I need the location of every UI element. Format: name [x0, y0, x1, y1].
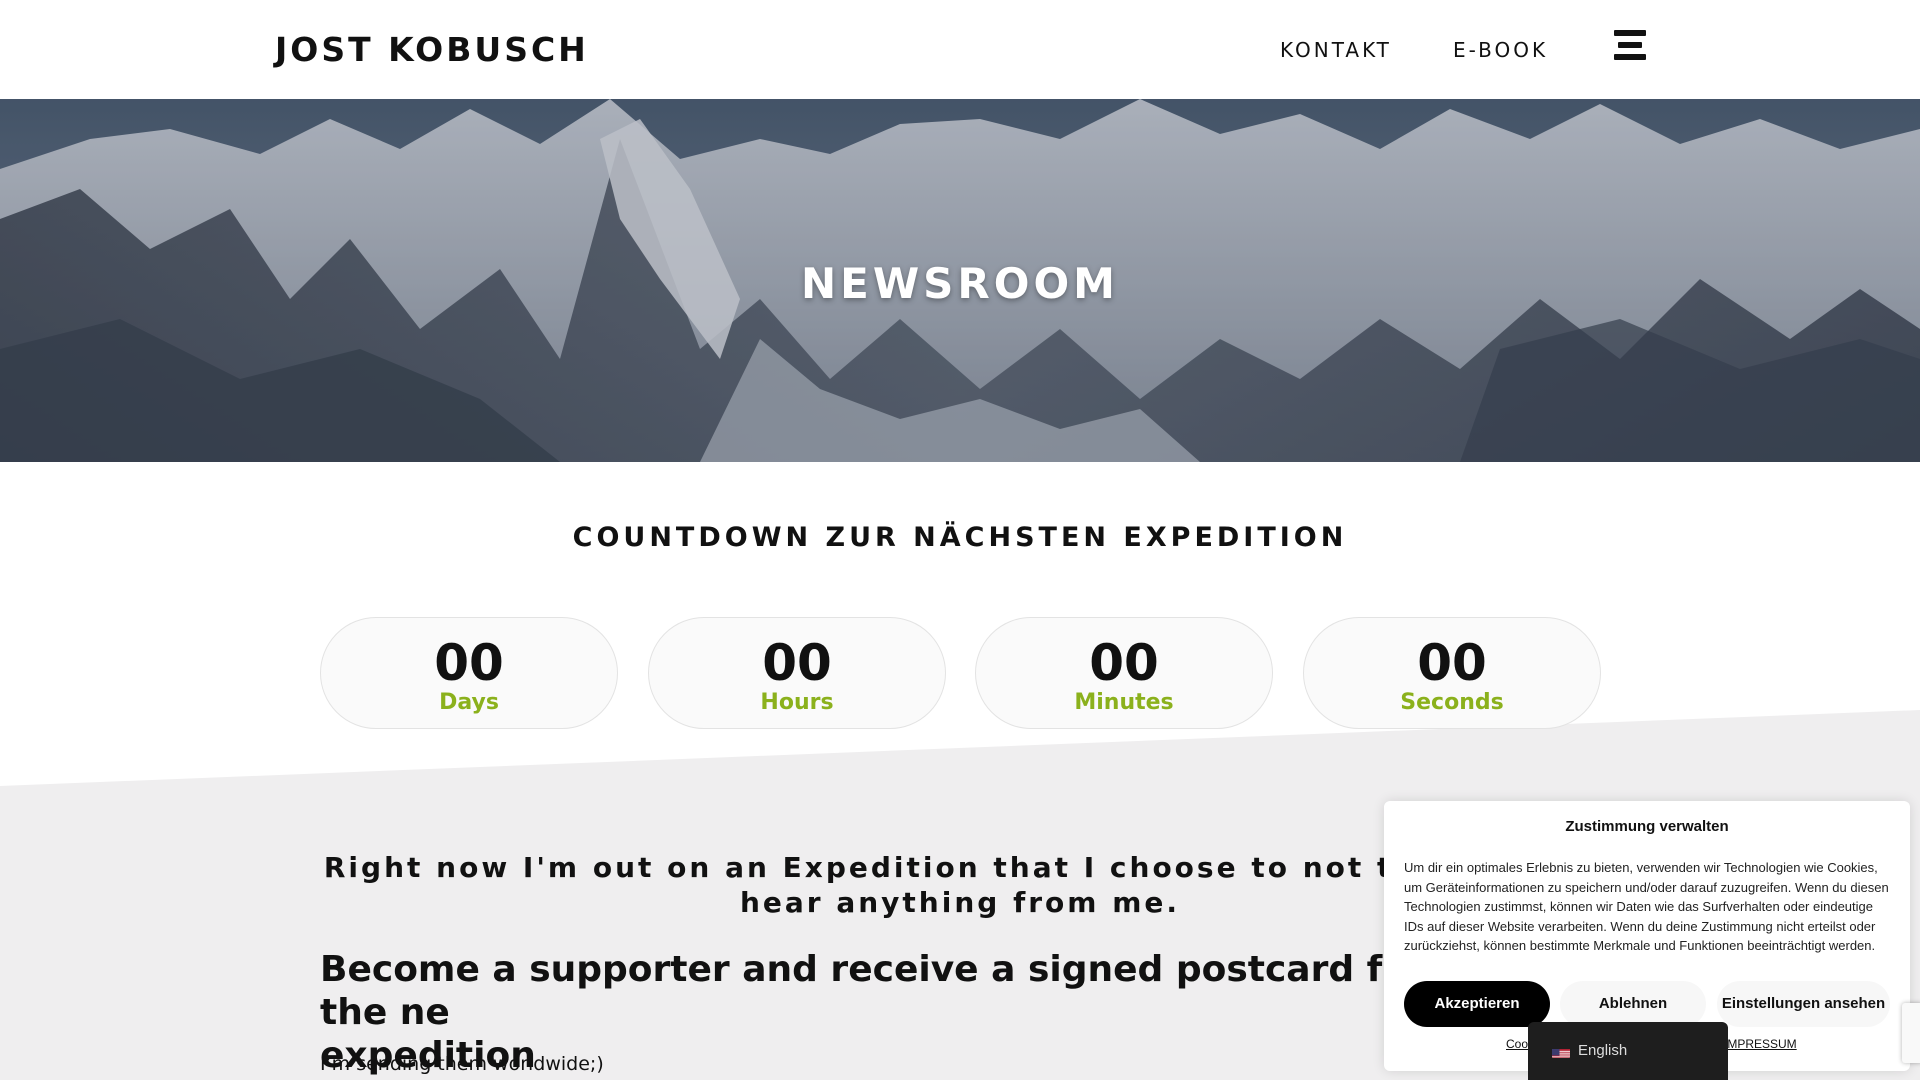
- countdown-minutes: 00 Minutes: [975, 617, 1273, 729]
- supporter-line-1: Become a supporter and receive a signed …: [320, 949, 1463, 1033]
- site-logo[interactable]: JOST KOBUSCH: [275, 30, 589, 69]
- us-flag-icon: [1552, 1046, 1570, 1058]
- impressum-link[interactable]: IMPRESSUM: [1724, 1037, 1797, 1051]
- nav-link-kontakt[interactable]: KONTAKT: [1280, 38, 1392, 62]
- countdown-seconds-label: Seconds: [1400, 690, 1504, 715]
- countdown-days: 00 Days: [320, 617, 618, 729]
- countdown-minutes-value: 00: [1089, 634, 1159, 692]
- countdown-days-label: Days: [439, 690, 499, 715]
- hero-banner: NEWSROOM: [0, 99, 1920, 462]
- consent-title: Zustimmung verwalten: [1565, 818, 1729, 835]
- cookie-policy-link[interactable]: Coo: [1506, 1037, 1528, 1051]
- page-title: NEWSROOM: [801, 259, 1119, 308]
- view-settings-button[interactable]: Einstellungen ansehen: [1717, 981, 1890, 1027]
- language-switcher[interactable]: English: [1528, 1022, 1728, 1080]
- recaptcha-badge[interactable]: [1902, 1003, 1920, 1063]
- accept-button[interactable]: Akzeptieren: [1404, 981, 1550, 1027]
- countdown-seconds-value: 00: [1417, 634, 1487, 692]
- nav-link-ebook[interactable]: E-BOOK: [1453, 38, 1548, 62]
- countdown-minutes-label: Minutes: [1074, 690, 1174, 715]
- countdown-days-value: 00: [434, 634, 504, 692]
- countdown-hours: 00 Hours: [648, 617, 946, 729]
- site-header: JOST KOBUSCH KONTAKT E-BOOK: [0, 0, 1920, 99]
- language-label: English: [1578, 1042, 1628, 1059]
- hamburger-menu-icon[interactable]: [1614, 30, 1646, 60]
- countdown-seconds: 00 Seconds: [1303, 617, 1601, 729]
- worldwide-note: I’m sending them worldwide;): [320, 1053, 604, 1075]
- consent-text: Um dir ein optimales Erlebnis zu bieten,…: [1404, 860, 1889, 953]
- countdown-hours-value: 00: [762, 634, 832, 692]
- countdown-heading: COUNTDOWN ZUR NÄCHSTEN EXPEDITION: [572, 522, 1348, 553]
- decline-button[interactable]: Ablehnen: [1560, 981, 1706, 1027]
- countdown-hours-label: Hours: [760, 690, 834, 715]
